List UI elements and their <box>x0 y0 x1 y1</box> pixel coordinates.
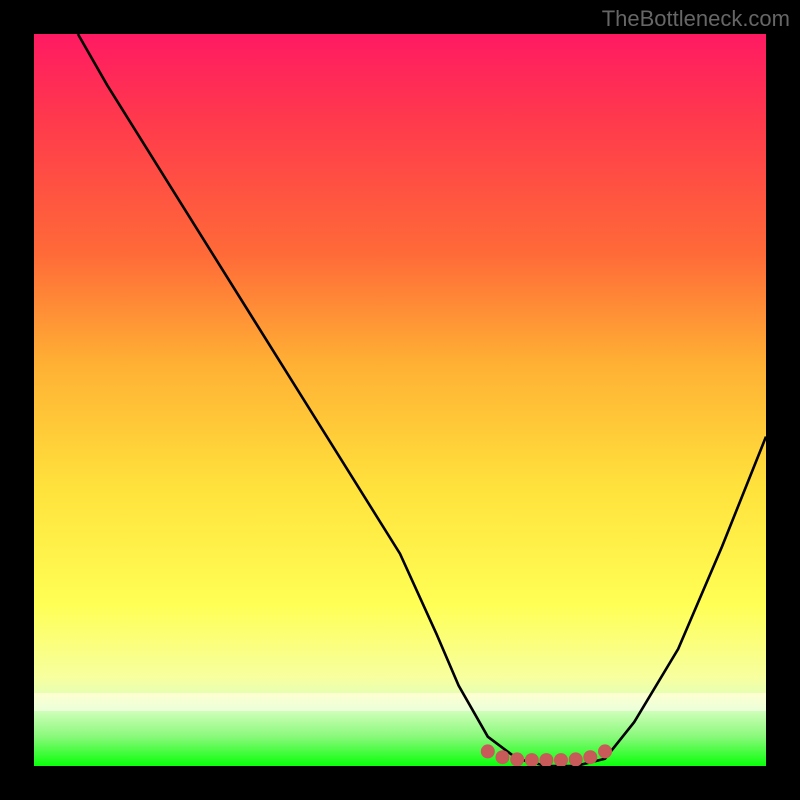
optimum-point <box>496 750 510 764</box>
attribution-text: TheBottleneck.com <box>602 6 790 32</box>
optimum-point <box>510 752 524 766</box>
optimum-point <box>598 744 612 758</box>
optimum-point <box>481 744 495 758</box>
bottleneck-curve <box>34 34 766 766</box>
optimum-point <box>525 753 539 766</box>
bottleneck-curve-path <box>78 34 766 766</box>
optimum-point <box>583 750 597 764</box>
optimum-point <box>569 752 583 766</box>
chart-plot-area <box>34 34 766 766</box>
optimum-point <box>539 753 553 766</box>
optimum-point <box>554 753 568 766</box>
